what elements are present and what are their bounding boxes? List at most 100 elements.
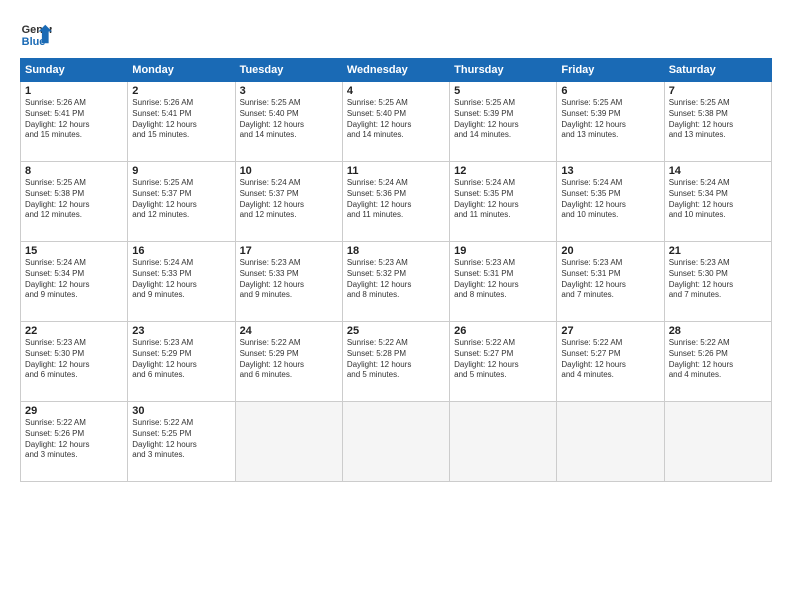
calendar-cell: 1Sunrise: 5:26 AMSunset: 5:41 PMDaylight… — [21, 82, 128, 162]
day-number: 20 — [561, 245, 659, 257]
day-info: Sunrise: 5:23 AMSunset: 5:29 PMDaylight:… — [132, 338, 230, 381]
day-info: Sunrise: 5:24 AMSunset: 5:34 PMDaylight:… — [25, 258, 123, 301]
logo: General Blue — [20, 18, 52, 50]
calendar-cell: 14Sunrise: 5:24 AMSunset: 5:34 PMDayligh… — [664, 162, 771, 242]
calendar-cell: 2Sunrise: 5:26 AMSunset: 5:41 PMDaylight… — [128, 82, 235, 162]
calendar-cell: 11Sunrise: 5:24 AMSunset: 5:36 PMDayligh… — [342, 162, 449, 242]
day-number: 4 — [347, 85, 445, 97]
calendar-cell: 27Sunrise: 5:22 AMSunset: 5:27 PMDayligh… — [557, 322, 664, 402]
day-info: Sunrise: 5:25 AMSunset: 5:40 PMDaylight:… — [347, 98, 445, 141]
day-info: Sunrise: 5:24 AMSunset: 5:33 PMDaylight:… — [132, 258, 230, 301]
header: General Blue — [20, 18, 772, 50]
svg-text:Blue: Blue — [22, 36, 46, 48]
day-info: Sunrise: 5:25 AMSunset: 5:38 PMDaylight:… — [25, 178, 123, 221]
day-number: 25 — [347, 325, 445, 337]
calendar-cell: 9Sunrise: 5:25 AMSunset: 5:37 PMDaylight… — [128, 162, 235, 242]
day-number: 11 — [347, 165, 445, 177]
day-info: Sunrise: 5:23 AMSunset: 5:31 PMDaylight:… — [454, 258, 552, 301]
day-info: Sunrise: 5:24 AMSunset: 5:35 PMDaylight:… — [454, 178, 552, 221]
calendar-cell: 29Sunrise: 5:22 AMSunset: 5:26 PMDayligh… — [21, 402, 128, 482]
calendar-cell: 18Sunrise: 5:23 AMSunset: 5:32 PMDayligh… — [342, 242, 449, 322]
day-number: 7 — [669, 85, 767, 97]
day-number: 16 — [132, 245, 230, 257]
day-number: 14 — [669, 165, 767, 177]
calendar-row: 29Sunrise: 5:22 AMSunset: 5:26 PMDayligh… — [21, 402, 772, 482]
day-number: 17 — [240, 245, 338, 257]
day-info: Sunrise: 5:25 AMSunset: 5:40 PMDaylight:… — [240, 98, 338, 141]
day-number: 8 — [25, 165, 123, 177]
day-number: 15 — [25, 245, 123, 257]
day-info: Sunrise: 5:22 AMSunset: 5:27 PMDaylight:… — [561, 338, 659, 381]
day-number: 5 — [454, 85, 552, 97]
header-thursday: Thursday — [450, 59, 557, 82]
day-number: 2 — [132, 85, 230, 97]
calendar-cell: 17Sunrise: 5:23 AMSunset: 5:33 PMDayligh… — [235, 242, 342, 322]
day-number: 21 — [669, 245, 767, 257]
calendar-row: 15Sunrise: 5:24 AMSunset: 5:34 PMDayligh… — [21, 242, 772, 322]
calendar-header-row: Sunday Monday Tuesday Wednesday Thursday… — [21, 59, 772, 82]
day-info: Sunrise: 5:26 AMSunset: 5:41 PMDaylight:… — [25, 98, 123, 141]
day-number: 29 — [25, 405, 123, 417]
calendar-cell — [557, 402, 664, 482]
calendar-cell: 24Sunrise: 5:22 AMSunset: 5:29 PMDayligh… — [235, 322, 342, 402]
day-info: Sunrise: 5:25 AMSunset: 5:37 PMDaylight:… — [132, 178, 230, 221]
day-info: Sunrise: 5:22 AMSunset: 5:28 PMDaylight:… — [347, 338, 445, 381]
calendar-cell: 25Sunrise: 5:22 AMSunset: 5:28 PMDayligh… — [342, 322, 449, 402]
day-number: 19 — [454, 245, 552, 257]
day-number: 23 — [132, 325, 230, 337]
calendar-cell: 15Sunrise: 5:24 AMSunset: 5:34 PMDayligh… — [21, 242, 128, 322]
calendar-row: 1Sunrise: 5:26 AMSunset: 5:41 PMDaylight… — [21, 82, 772, 162]
day-number: 22 — [25, 325, 123, 337]
header-friday: Friday — [557, 59, 664, 82]
day-number: 26 — [454, 325, 552, 337]
header-tuesday: Tuesday — [235, 59, 342, 82]
calendar-cell: 6Sunrise: 5:25 AMSunset: 5:39 PMDaylight… — [557, 82, 664, 162]
day-number: 30 — [132, 405, 230, 417]
calendar-cell: 5Sunrise: 5:25 AMSunset: 5:39 PMDaylight… — [450, 82, 557, 162]
day-number: 24 — [240, 325, 338, 337]
calendar-page: General Blue Sunday Monday Tuesday Wedne… — [0, 0, 792, 612]
day-info: Sunrise: 5:25 AMSunset: 5:38 PMDaylight:… — [669, 98, 767, 141]
calendar-row: 8Sunrise: 5:25 AMSunset: 5:38 PMDaylight… — [21, 162, 772, 242]
calendar-cell — [450, 402, 557, 482]
day-info: Sunrise: 5:25 AMSunset: 5:39 PMDaylight:… — [454, 98, 552, 141]
calendar-cell: 13Sunrise: 5:24 AMSunset: 5:35 PMDayligh… — [557, 162, 664, 242]
day-info: Sunrise: 5:22 AMSunset: 5:29 PMDaylight:… — [240, 338, 338, 381]
day-info: Sunrise: 5:23 AMSunset: 5:33 PMDaylight:… — [240, 258, 338, 301]
day-info: Sunrise: 5:22 AMSunset: 5:26 PMDaylight:… — [669, 338, 767, 381]
day-number: 3 — [240, 85, 338, 97]
day-info: Sunrise: 5:24 AMSunset: 5:35 PMDaylight:… — [561, 178, 659, 221]
calendar-cell: 16Sunrise: 5:24 AMSunset: 5:33 PMDayligh… — [128, 242, 235, 322]
calendar-cell — [342, 402, 449, 482]
header-saturday: Saturday — [664, 59, 771, 82]
day-info: Sunrise: 5:22 AMSunset: 5:25 PMDaylight:… — [132, 418, 230, 461]
calendar-cell: 26Sunrise: 5:22 AMSunset: 5:27 PMDayligh… — [450, 322, 557, 402]
calendar-cell: 12Sunrise: 5:24 AMSunset: 5:35 PMDayligh… — [450, 162, 557, 242]
header-sunday: Sunday — [21, 59, 128, 82]
calendar-cell: 10Sunrise: 5:24 AMSunset: 5:37 PMDayligh… — [235, 162, 342, 242]
day-number: 1 — [25, 85, 123, 97]
day-number: 12 — [454, 165, 552, 177]
calendar-row: 22Sunrise: 5:23 AMSunset: 5:30 PMDayligh… — [21, 322, 772, 402]
calendar-cell: 28Sunrise: 5:22 AMSunset: 5:26 PMDayligh… — [664, 322, 771, 402]
day-number: 18 — [347, 245, 445, 257]
day-info: Sunrise: 5:23 AMSunset: 5:32 PMDaylight:… — [347, 258, 445, 301]
calendar-cell: 7Sunrise: 5:25 AMSunset: 5:38 PMDaylight… — [664, 82, 771, 162]
calendar-cell — [235, 402, 342, 482]
calendar-cell: 23Sunrise: 5:23 AMSunset: 5:29 PMDayligh… — [128, 322, 235, 402]
header-monday: Monday — [128, 59, 235, 82]
calendar-cell: 3Sunrise: 5:25 AMSunset: 5:40 PMDaylight… — [235, 82, 342, 162]
day-info: Sunrise: 5:24 AMSunset: 5:37 PMDaylight:… — [240, 178, 338, 221]
day-info: Sunrise: 5:24 AMSunset: 5:34 PMDaylight:… — [669, 178, 767, 221]
logo-icon: General Blue — [20, 18, 52, 50]
day-number: 10 — [240, 165, 338, 177]
day-number: 13 — [561, 165, 659, 177]
calendar-cell: 22Sunrise: 5:23 AMSunset: 5:30 PMDayligh… — [21, 322, 128, 402]
day-number: 27 — [561, 325, 659, 337]
calendar-cell: 19Sunrise: 5:23 AMSunset: 5:31 PMDayligh… — [450, 242, 557, 322]
day-info: Sunrise: 5:24 AMSunset: 5:36 PMDaylight:… — [347, 178, 445, 221]
day-info: Sunrise: 5:25 AMSunset: 5:39 PMDaylight:… — [561, 98, 659, 141]
day-info: Sunrise: 5:23 AMSunset: 5:31 PMDaylight:… — [561, 258, 659, 301]
calendar-cell: 4Sunrise: 5:25 AMSunset: 5:40 PMDaylight… — [342, 82, 449, 162]
day-info: Sunrise: 5:26 AMSunset: 5:41 PMDaylight:… — [132, 98, 230, 141]
